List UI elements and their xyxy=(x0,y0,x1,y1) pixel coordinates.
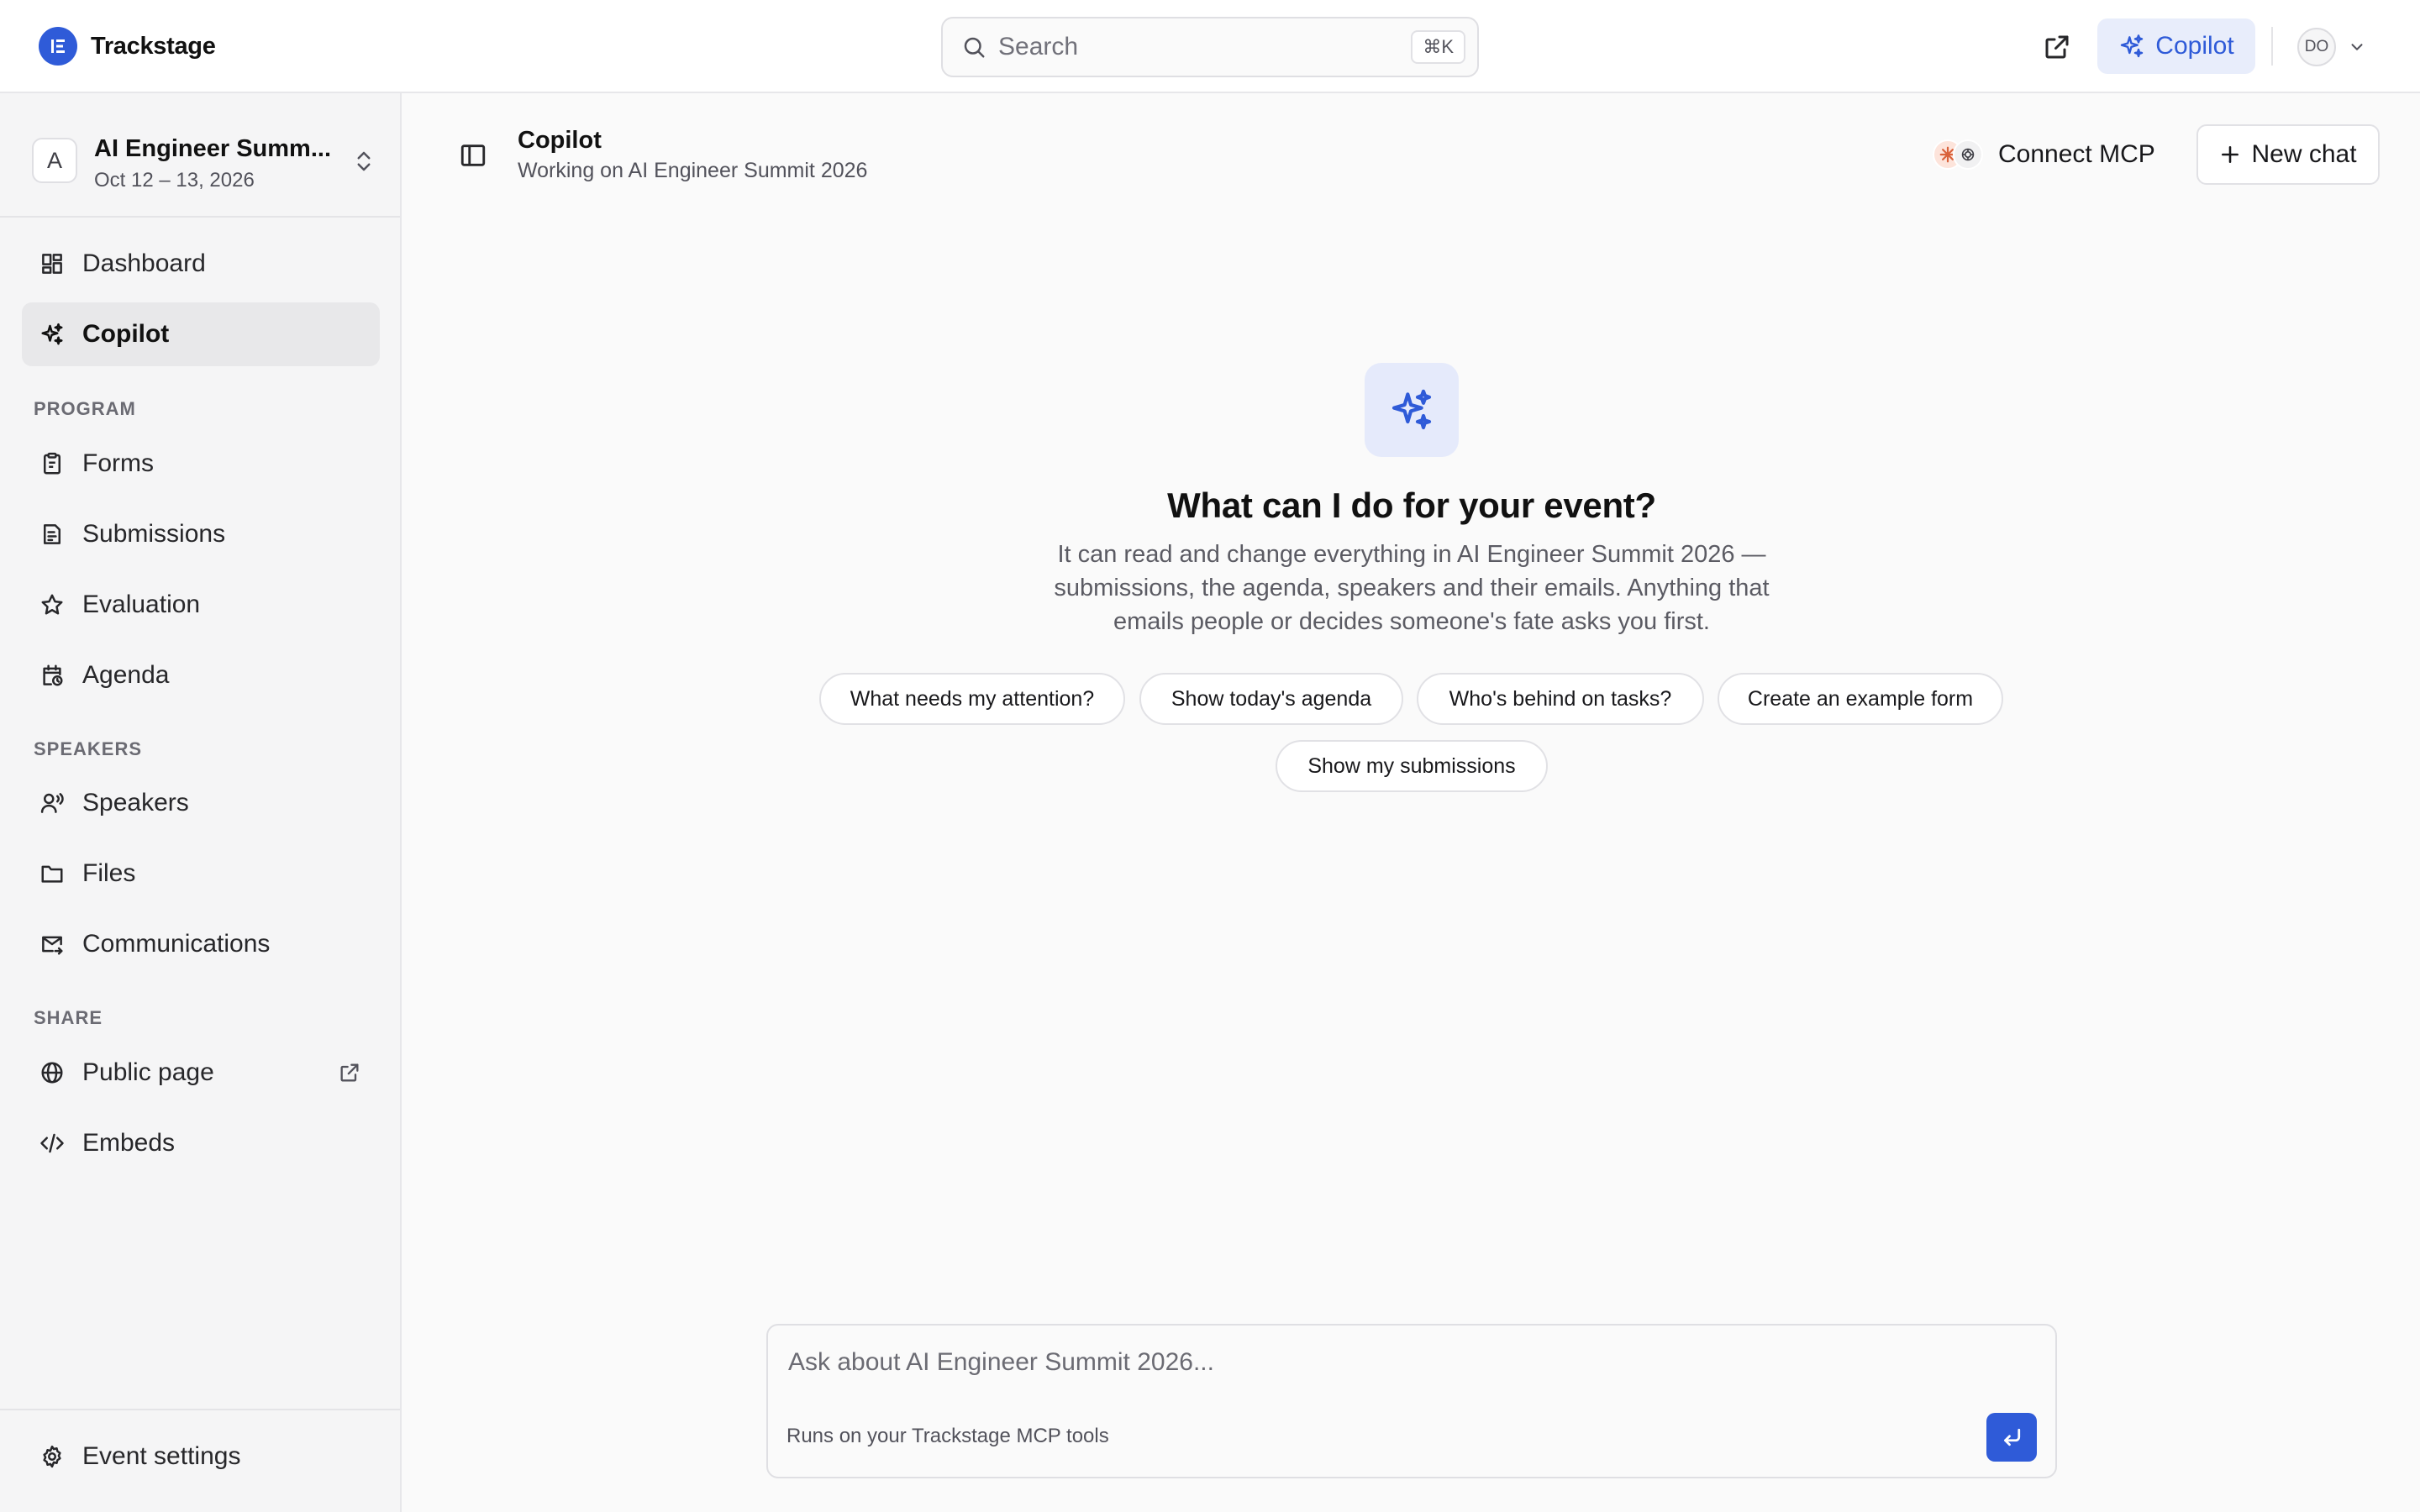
sidebar-item-copilot[interactable]: Copilot xyxy=(22,302,380,366)
sidebar-item-evaluation[interactable]: Evaluation xyxy=(22,573,380,637)
sparkles-icon xyxy=(2121,34,2144,58)
sidebar: A AI Engineer Summ... Oct 12 – 13, 2026 … xyxy=(0,93,402,1512)
code-icon xyxy=(39,1130,66,1157)
sidebar-item-label: Forms xyxy=(82,449,154,477)
suggestion-chip[interactable]: Who's behind on tasks? xyxy=(1417,673,1704,725)
openai-logo-icon xyxy=(1953,139,1983,170)
search-shortcut: ⌘K xyxy=(1411,30,1465,64)
sidebar-item-embeds[interactable]: Embeds xyxy=(22,1111,380,1175)
sidebar-item-agenda[interactable]: Agenda xyxy=(22,643,380,707)
app-name: Trackstage xyxy=(91,32,216,60)
mail-icon xyxy=(39,931,66,958)
topbar-divider xyxy=(2271,27,2273,66)
sidebar-toggle-icon[interactable] xyxy=(459,141,487,170)
sidebar-item-label: Submissions xyxy=(82,520,226,548)
copilot-button[interactable]: Copilot xyxy=(2097,18,2255,74)
copilot-hero-icon xyxy=(1365,363,1459,457)
submissions-icon xyxy=(39,521,66,548)
chat-input[interactable] xyxy=(788,1344,1965,1381)
sidebar-item-label: Embeds xyxy=(82,1129,176,1157)
mcp-client-logos xyxy=(1933,136,1993,173)
section-label-speakers: SPEAKERS xyxy=(34,738,143,759)
plus-icon xyxy=(2222,146,2239,163)
calendar-icon xyxy=(39,662,66,689)
clipboard-icon xyxy=(39,450,66,477)
sidebar-item-label: Speakers xyxy=(82,789,189,816)
new-chat-label: New chat xyxy=(2251,140,2357,168)
sidebar-divider xyxy=(0,1409,400,1410)
search-icon xyxy=(964,37,985,58)
empty-state-description: It can read and change everything in AI … xyxy=(1054,541,1770,635)
connect-mcp-label: Connect MCP xyxy=(1998,140,2155,168)
sidebar-item-dashboard[interactable]: Dashboard xyxy=(22,232,380,296)
page-title: Copilot xyxy=(518,127,602,154)
sparkles-icon xyxy=(1392,389,1432,430)
chevron-down-icon[interactable] xyxy=(2348,38,2366,56)
sidebar-item-label: Evaluation xyxy=(82,591,201,618)
dashboard-icon xyxy=(39,250,66,277)
trackstage-logo-icon xyxy=(39,27,77,66)
brand[interactable]: Trackstage xyxy=(39,27,216,66)
star-icon xyxy=(39,591,66,618)
event-dates: Oct 12 – 13, 2026 xyxy=(94,169,255,192)
connect-mcp-button[interactable]: Connect MCP xyxy=(1933,133,2155,176)
sidebar-item-communications[interactable]: Communications xyxy=(22,912,380,976)
sidebar-item-label: Event settings xyxy=(82,1442,241,1470)
globe-icon xyxy=(39,1059,66,1086)
sidebar-item-label: Communications xyxy=(82,930,271,958)
suggestion-chip[interactable]: Show my submissions xyxy=(1276,740,1548,792)
sidebar-divider xyxy=(0,216,400,218)
speaker-icon xyxy=(39,790,66,816)
search-bar[interactable]: Search ⌘K xyxy=(941,17,1479,77)
sidebar-item-label: Public page xyxy=(82,1058,214,1086)
sidebar-item-label: Agenda xyxy=(82,661,170,689)
event-switcher[interactable]: A AI Engineer Summ... Oct 12 – 13, 2026 xyxy=(32,127,376,197)
open-external-icon[interactable] xyxy=(2042,32,2072,62)
chevrons-up-down-icon xyxy=(357,151,371,171)
empty-state-title: What can I do for your event? xyxy=(1167,486,1656,525)
page-subtitle: Working on AI Engineer Summit 2026 xyxy=(518,159,868,182)
sidebar-item-forms[interactable]: Forms xyxy=(22,432,380,496)
sidebar-item-submissions[interactable]: Submissions xyxy=(22,502,380,566)
sidebar-item-event-settings[interactable]: Event settings xyxy=(22,1425,380,1488)
suggestion-chip[interactable]: Create an example form xyxy=(1718,673,2003,725)
search-placeholder: Search xyxy=(998,33,1079,60)
user-avatar[interactable]: DO xyxy=(2297,28,2336,66)
new-chat-button[interactable]: New chat xyxy=(2196,124,2380,185)
copilot-button-label: Copilot xyxy=(2155,32,2234,60)
sidebar-item-public-page[interactable]: Public page xyxy=(22,1041,380,1105)
section-label-program: PROGRAM xyxy=(34,398,136,419)
event-avatar: A xyxy=(32,138,77,183)
section-label-share: SHARE xyxy=(34,1007,103,1028)
chat-composer: Runs on your Trackstage MCP tools xyxy=(766,1324,2057,1478)
suggestion-chip[interactable]: What needs my attention? xyxy=(819,673,1125,725)
send-button[interactable] xyxy=(1986,1413,2037,1462)
suggestion-chip[interactable]: Show today's agenda xyxy=(1139,673,1403,725)
sidebar-item-label: Copilot xyxy=(82,320,170,348)
gear-icon xyxy=(39,1443,66,1470)
top-bar: Trackstage Search ⌘K Copilot DO xyxy=(0,0,2420,93)
sidebar-item-files[interactable]: Files xyxy=(22,842,380,906)
sparkles-icon xyxy=(39,321,66,348)
folder-icon xyxy=(39,860,66,887)
sidebar-item-label: Files xyxy=(82,859,136,887)
composer-hint: Runs on your Trackstage MCP tools xyxy=(786,1425,1109,1447)
enter-icon xyxy=(2004,1428,2021,1446)
sidebar-item-speakers[interactable]: Speakers xyxy=(22,771,380,835)
open-external-icon[interactable] xyxy=(338,1061,361,1084)
sidebar-item-label: Dashboard xyxy=(82,249,206,277)
event-name: AI Engineer Summ... xyxy=(94,135,331,162)
